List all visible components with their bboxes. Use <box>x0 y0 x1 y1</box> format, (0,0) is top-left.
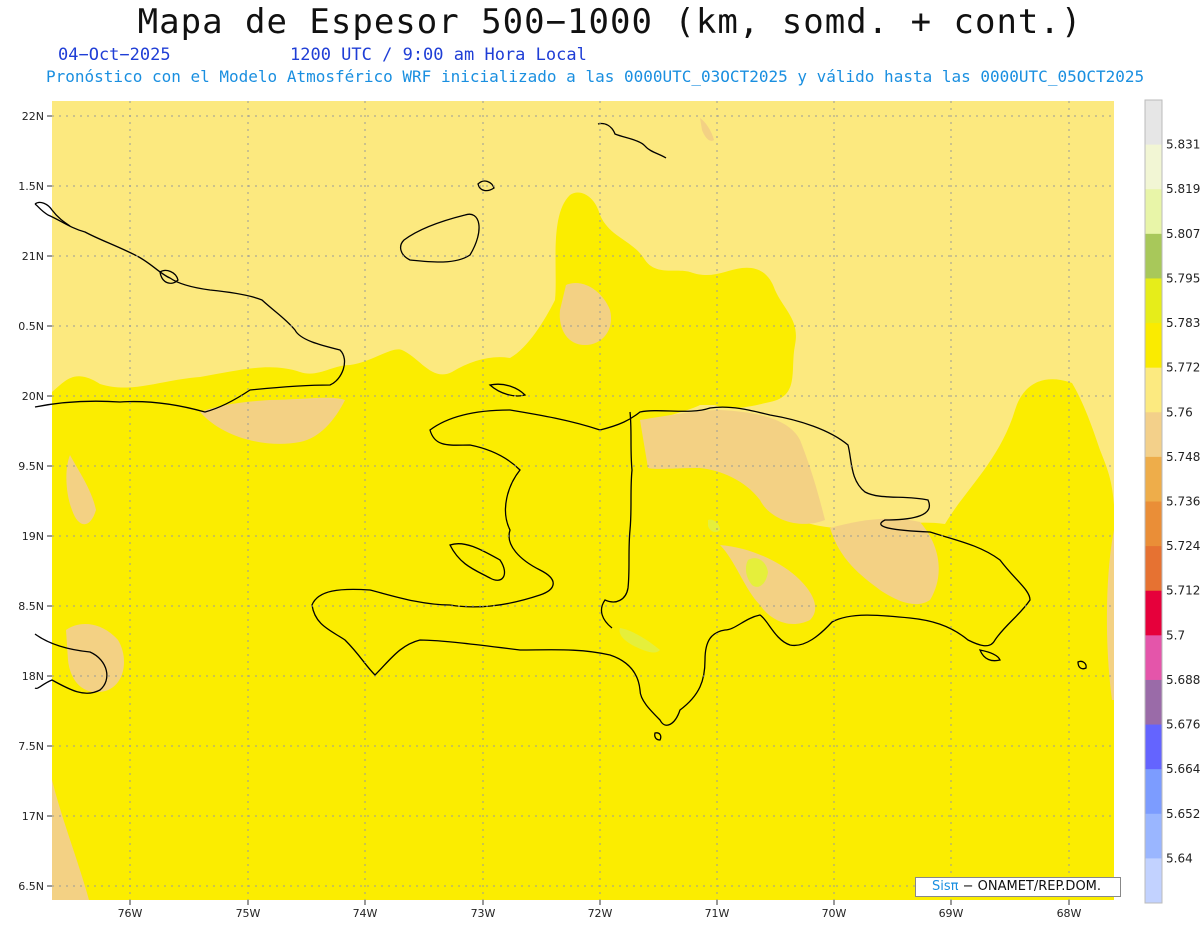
legend-swatch <box>1145 323 1162 369</box>
legend-label: 5.772 <box>1166 361 1200 375</box>
legend-swatch <box>1145 412 1162 458</box>
lon-tick-label: 68W <box>1057 907 1082 920</box>
legend-label: 5.831 <box>1166 138 1200 152</box>
lon-tick-label: 69W <box>939 907 964 920</box>
legend-swatch <box>1145 769 1162 815</box>
legend-swatch <box>1145 858 1162 904</box>
legend-swatch <box>1145 144 1162 190</box>
legend-label: 5.783 <box>1166 316 1200 330</box>
legend-label: 5.819 <box>1166 182 1200 196</box>
lon-tick-label: 73W <box>471 907 496 920</box>
lat-tick-label: 9.5N <box>18 460 44 473</box>
legend-label: 5.64 <box>1166 851 1193 865</box>
legend-label: 5.652 <box>1166 807 1200 821</box>
legend-label: 5.676 <box>1166 718 1200 732</box>
lat-tick-label: 22N <box>22 110 44 123</box>
lat-tick-label: 8.5N <box>18 600 44 613</box>
lat-tick-label: 21N <box>22 250 44 263</box>
legend-label: 5.688 <box>1166 673 1200 687</box>
legend-swatch <box>1145 501 1162 547</box>
credit-box: Sisπ − ONAMET/REP.DOM. <box>915 877 1121 897</box>
lat-tick-label: 1.5N <box>18 180 44 193</box>
lat-tick-label: 20N <box>22 390 44 403</box>
legend-swatch <box>1145 189 1162 235</box>
lon-tick-label: 76W <box>118 907 143 920</box>
legend-swatch <box>1145 278 1162 324</box>
legend-label: 5.795 <box>1166 271 1200 285</box>
legend-swatch <box>1145 724 1162 770</box>
legend-label: 5.76 <box>1166 405 1193 419</box>
legend-swatch <box>1145 679 1162 726</box>
lat-tick-label: 7.5N <box>18 740 44 753</box>
legend-swatch <box>1145 546 1162 592</box>
color-bar-legend: 5.831 5.819 5.807 5.795 5.783 5.772 5.76 5.748 5… <box>1144 99 1200 904</box>
lon-tick-label: 71W <box>705 907 730 920</box>
legend-swatch <box>1145 635 1162 681</box>
legend-label: 5.7 <box>1166 628 1185 642</box>
lat-tick-label: 0.5N <box>18 320 44 333</box>
legend-label: 5.748 <box>1166 450 1200 464</box>
lat-tick-label: 17N <box>22 810 44 823</box>
lat-tick-label: 19N <box>22 530 44 543</box>
legend-label: 5.724 <box>1166 539 1200 553</box>
legend-swatch <box>1145 813 1162 859</box>
lon-tick-label: 74W <box>353 907 378 920</box>
legend-label: 5.664 <box>1166 762 1200 776</box>
lon-tick-label: 70W <box>822 907 847 920</box>
thickness-map: 76W 75W 74W 73W 72W 71W 70W 69W 68W 22N 1.5N 21N 0.5… <box>18 99 1200 920</box>
credit-brand: Sisπ <box>932 879 959 894</box>
legend-swatch <box>1145 233 1162 279</box>
lat-tick-label: 6.5N <box>18 880 44 893</box>
lon-tick-label: 72W <box>588 907 613 920</box>
legend-swatch <box>1145 456 1162 502</box>
credit-text: − ONAMET/REP.DOM. <box>962 879 1102 894</box>
lat-tick-label: 18N <box>22 670 44 683</box>
lon-tick-label: 75W <box>236 907 261 920</box>
legend-swatch <box>1145 590 1162 636</box>
legend-swatch <box>1145 100 1162 146</box>
legend-label: 5.807 <box>1166 227 1200 241</box>
legend-label: 5.712 <box>1166 584 1200 598</box>
legend-swatch <box>1145 367 1162 413</box>
legend-label: 5.736 <box>1166 495 1200 509</box>
